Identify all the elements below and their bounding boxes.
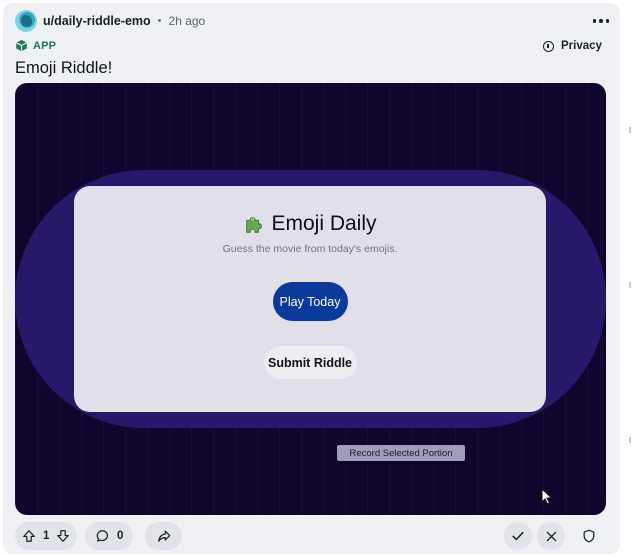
checkmark-icon	[512, 531, 524, 541]
post-header: u/daily-riddle-emo • 2h ago	[15, 9, 615, 33]
divider-tick	[629, 282, 631, 288]
app-subtitle: Guess the movie from today's emojis.	[222, 243, 398, 255]
info-icon	[543, 40, 554, 52]
app-title-row: Emoji Daily	[243, 212, 377, 236]
app-badge-label: APP	[33, 39, 57, 52]
divider-tick	[629, 127, 631, 133]
post-title: Emoji Riddle!	[15, 59, 113, 77]
meta-separator: •	[157, 15, 162, 27]
privacy-button[interactable]: Privacy	[543, 40, 602, 52]
app-badge: APP	[15, 39, 56, 52]
remove-button[interactable]	[537, 522, 565, 550]
downvote-icon[interactable]	[56, 529, 70, 543]
vote-control: 1	[15, 522, 77, 550]
more-options-button[interactable]	[589, 11, 613, 31]
comment-icon	[96, 530, 109, 542]
share-button[interactable]	[145, 522, 182, 550]
more-dots-icon	[592, 19, 597, 23]
divider-tick	[629, 437, 631, 443]
share-icon	[157, 530, 170, 542]
cube-icon	[15, 39, 28, 52]
comment-count: 0	[117, 530, 124, 542]
upvote-icon[interactable]	[22, 529, 36, 543]
puzzle-piece-icon	[246, 216, 263, 233]
post-card: u/daily-riddle-emo • 2h ago APP Privacy …	[3, 3, 620, 554]
comments-button[interactable]: 0	[85, 522, 133, 550]
approve-button[interactable]	[504, 522, 532, 550]
play-today-button[interactable]: Play Today	[272, 282, 348, 321]
record-selected-portion-label[interactable]: Record Selected Portion	[337, 445, 465, 461]
privacy-label: Privacy	[561, 40, 602, 52]
post-time: 2h ago	[168, 14, 206, 28]
submit-riddle-button[interactable]: Submit Riddle	[263, 346, 357, 379]
app-panel: Emoji Daily Guess the movie from today's…	[74, 186, 546, 412]
author-link[interactable]: u/daily-riddle-emo	[43, 14, 151, 28]
mod-shield-button[interactable]	[575, 522, 603, 550]
vote-count: 1	[43, 530, 50, 542]
embedded-app: Emoji Daily Guess the movie from today's…	[15, 83, 606, 515]
avatar[interactable]	[15, 10, 37, 32]
post-actions: 1 0	[15, 522, 610, 550]
close-icon	[546, 531, 556, 541]
shield-icon	[583, 529, 595, 543]
mouse-cursor-icon	[541, 488, 553, 505]
app-title: Emoji Daily	[271, 212, 377, 235]
